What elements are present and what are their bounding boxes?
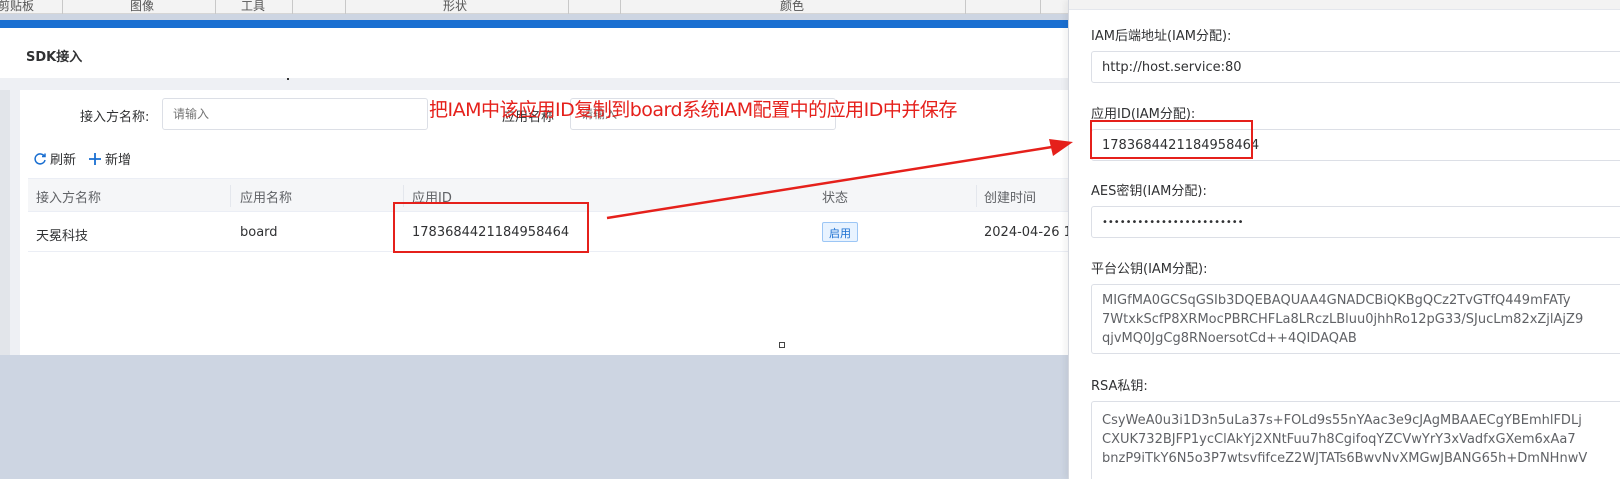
cell-created-time: 2024-04-26 1( <box>984 225 1078 240</box>
highlight-box-table-app-id <box>393 202 589 253</box>
partner-name-input[interactable] <box>162 98 428 130</box>
partner-name-label: 接入方名称: <box>80 110 150 125</box>
page-title: SDK接入 <box>26 50 83 65</box>
cursor-dot <box>287 78 289 80</box>
public-key-label: 平台公钥(IAM分配): <box>1091 262 1208 277</box>
add-label: 新增 <box>105 153 132 168</box>
ribbon-divider <box>62 0 63 14</box>
cell-app-name: board <box>240 225 278 240</box>
rsa-key-line: bnzP9iTkY6N5o3P7wtsvfifceZ2WJTATs6BwvNvX… <box>1102 451 1588 466</box>
ribbon-colors[interactable]: 颜色 <box>780 0 804 14</box>
column-created-time[interactable]: 创建时间 <box>984 187 1036 206</box>
ribbon-divider <box>345 0 346 14</box>
public-key-line: qjvMQ0JgCg8RNoersotCd++4QIDAQAB <box>1102 331 1357 346</box>
aes-key-input[interactable]: •••••••••••••••••••••••• <box>1091 206 1620 238</box>
ribbon-clipboard[interactable]: 剪贴板 <box>0 0 34 14</box>
ribbon-image[interactable]: 图像 <box>130 0 154 14</box>
status-badge: 启用 <box>822 222 858 242</box>
side-strip <box>0 90 10 355</box>
ribbon-divider <box>292 0 293 14</box>
ribbon-divider <box>1040 0 1041 14</box>
annotation-text: 把IAM中该应用ID复制到board系统IAM配置中的应用ID中并保存 <box>429 99 957 121</box>
public-key-line: 7WtxkScfP8XRMocPBRCHFLa8LRczLBluu0jhhRo1… <box>1102 312 1584 327</box>
highlight-box-panel-app-id <box>1090 120 1253 159</box>
public-key-line: MIGfMA0GCSqGSIb3DQEBAQUAA4GNADCBiQKBgQCz… <box>1102 293 1571 308</box>
aes-key-label: AES密钥(IAM分配): <box>1091 184 1207 199</box>
column-divider <box>230 185 231 207</box>
refresh-icon <box>34 152 46 165</box>
page-header: SDK接入 <box>0 28 1108 78</box>
refresh-button[interactable]: 刷新 <box>33 149 76 168</box>
column-app-name[interactable]: 应用名称 <box>240 187 292 206</box>
cell-partner-name: 天冕科技 <box>36 229 89 244</box>
iam-backend-label: IAM后端地址(IAM分配): <box>1091 29 1232 44</box>
public-key-textarea[interactable]: MIGfMA0GCSqGSIb3DQEBAQUAA4GNADCBiQKBgQCz… <box>1091 284 1620 354</box>
column-status[interactable]: 状态 <box>822 187 848 206</box>
sdk-access-window: SDK接入 接入方名称: 应用名称 刷新 新增 接入方名称 应用名称 应用ID … <box>0 28 1108 355</box>
panel-top-strip <box>1069 0 1620 10</box>
ribbon-divider <box>965 0 966 14</box>
iam-config-panel: IAM后端地址(IAM分配): http://host.service:80 应… <box>1068 0 1620 479</box>
column-partner-name[interactable]: 接入方名称 <box>36 187 101 206</box>
rsa-key-line: CsyWeA0u3i1D3n5uLa37s+FOLd9s55nYAac3e9cJ… <box>1102 413 1582 428</box>
plus-icon <box>89 152 101 165</box>
ribbon-shapes[interactable]: 形状 <box>443 0 467 14</box>
ribbon-divider <box>568 0 569 14</box>
ribbon-toolbar: 剪贴板 图像 工具 形状 颜色 <box>0 0 1108 14</box>
refresh-label: 刷新 <box>50 153 77 168</box>
add-button[interactable]: 新增 <box>88 149 131 168</box>
rsa-private-key-label: RSA私钥: <box>1091 379 1148 394</box>
ribbon-tools[interactable]: 工具 <box>241 0 265 14</box>
iam-backend-input[interactable]: http://host.service:80 <box>1091 51 1620 83</box>
resize-handle[interactable] <box>779 342 785 348</box>
ribbon-divider <box>620 0 621 14</box>
column-divider <box>976 185 977 207</box>
rsa-key-line: CXUK732BJFP1ycClAkYj2XNtFuu7h8CgifoqYZCV… <box>1102 432 1576 447</box>
ribbon-divider <box>215 0 216 14</box>
rsa-private-key-textarea[interactable]: CsyWeA0u3i1D3n5uLa37s+FOLd9s55nYAac3e9cJ… <box>1091 401 1620 479</box>
window-title-bar <box>0 20 1108 28</box>
